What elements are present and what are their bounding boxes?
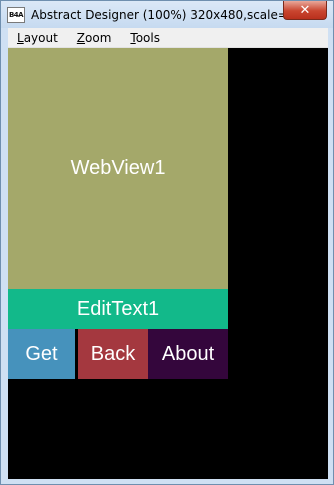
designer-canvas[interactable]: WebView1 EditText1 Get Back About [8, 48, 328, 479]
back-button[interactable]: Back [78, 329, 148, 379]
menu-label: ayout [23, 30, 58, 45]
webview1-label: WebView1 [70, 157, 166, 179]
menu-label: ools [135, 30, 160, 45]
menu-item-zoom[interactable]: Zoom [77, 31, 112, 45]
menu-label: oom [85, 30, 112, 45]
window-title: Abstract Designer (100%) 320x480,scale=1 [31, 7, 296, 22]
title-bar[interactable]: B4A Abstract Designer (100%) 320x480,sca… [1, 1, 333, 28]
edittext1-label: EditText1 [76, 297, 160, 320]
about-button[interactable]: About [148, 329, 228, 379]
close-button[interactable]: ✕ [283, 1, 327, 20]
menu-bar: Layout Zoom Tools [8, 28, 328, 48]
b4a-app-icon: B4A [7, 6, 25, 23]
designer-window: B4A Abstract Designer (100%) 320x480,sca… [0, 0, 334, 485]
get-button-label: Get [25, 342, 58, 365]
webview1-view[interactable]: WebView1 [8, 48, 228, 289]
about-button-label: About [161, 342, 215, 365]
menu-mnemonic: Z [76, 30, 86, 45]
back-button-label: Back [90, 342, 136, 365]
menu-item-tools[interactable]: Tools [130, 31, 160, 45]
get-button[interactable]: Get [8, 329, 75, 379]
edittext1-view[interactable]: EditText1 [8, 289, 228, 329]
close-icon: ✕ [299, 2, 311, 18]
menu-mnemonic: L [17, 30, 24, 45]
menu-item-layout[interactable]: Layout [17, 31, 58, 45]
